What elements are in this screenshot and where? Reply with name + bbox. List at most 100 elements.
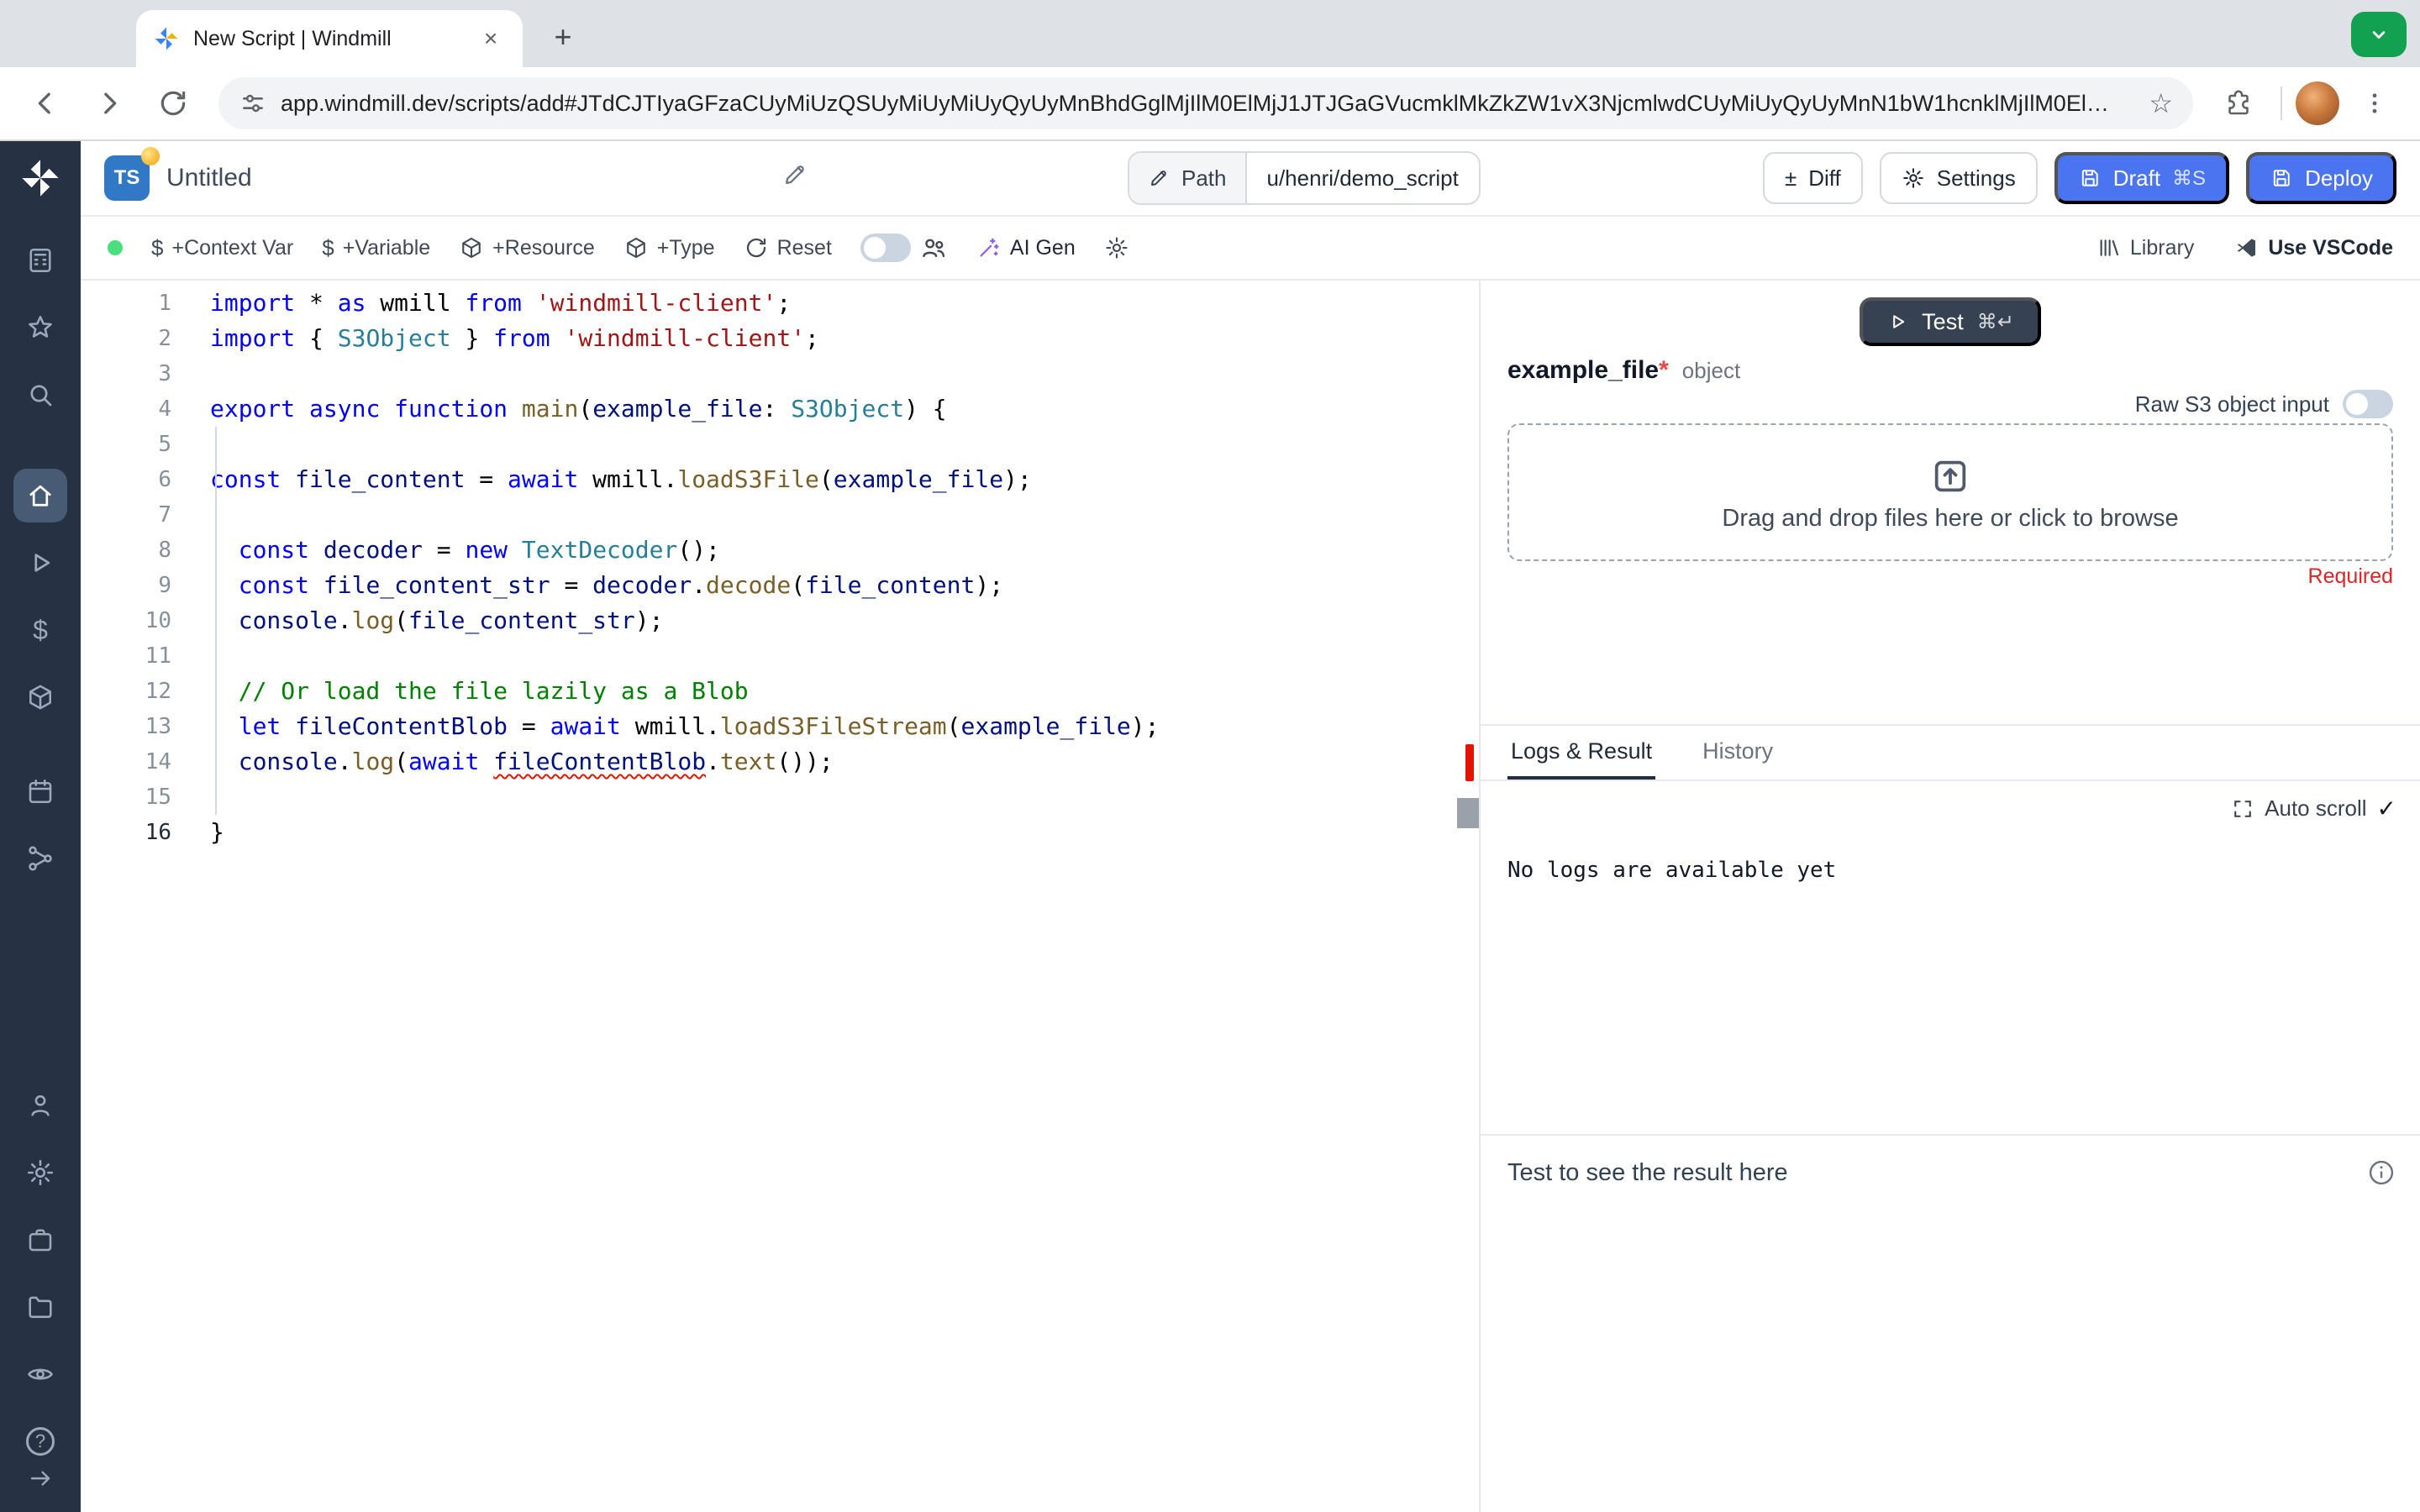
code-token: 'windmill-client' [535, 289, 777, 317]
deploy-button[interactable]: Deploy [2246, 152, 2396, 204]
code-token: file_content [295, 465, 466, 493]
sidebar-item-favorites[interactable] [13, 301, 67, 354]
sidebar-collapse-button[interactable] [13, 1462, 67, 1495]
code-line[interactable]: 12 // Or load the file lazily as a Blob [81, 674, 1479, 709]
draft-button[interactable]: Draft ⌘S [2054, 152, 2230, 204]
sidebar-item-workers[interactable] [13, 1213, 67, 1267]
forward-icon [104, 92, 117, 114]
browser-tab[interactable]: New Script | Windmill × [136, 10, 523, 67]
browser-menu-button[interactable] [2346, 75, 2403, 132]
sidebar-item-help[interactable]: ? [13, 1425, 67, 1458]
code-line[interactable]: 14 console.log(await fileContentBlob.tex… [81, 744, 1479, 780]
code-line[interactable]: 6 const file_content = await wmill.loadS3… [81, 462, 1479, 497]
sidebar-item-search[interactable] [13, 368, 67, 422]
line-number: 5 [158, 432, 171, 457]
tab-logs-result[interactable]: Logs & Result [1507, 726, 1656, 780]
code-editor[interactable]: 1 import * as wmill from 'windmill-client… [81, 281, 1481, 1512]
calendar-icon [29, 779, 52, 804]
file-dropzone[interactable]: Drag and drop files here or click to bro… [1507, 423, 2393, 561]
code-line-text: const decoder = new TextDecoder(); [210, 533, 720, 568]
code-token: example_file [592, 395, 763, 423]
code-line[interactable]: 4 export async function main(example_file… [81, 391, 1479, 427]
code-line[interactable]: 15 [81, 780, 1479, 815]
code-token: fileContentBlob [493, 748, 707, 775]
sidebar-item-schedules[interactable] [13, 764, 67, 818]
multiplayer-toggle[interactable] [860, 234, 911, 262]
info-icon[interactable] [2366, 1158, 2396, 1188]
sidebar-item-settings[interactable] [13, 1146, 67, 1200]
reset-button[interactable]: Reset [744, 235, 832, 260]
code-token: const [238, 571, 310, 599]
code-line-text: import { S3Object } from 'windmill-clien… [210, 321, 819, 356]
code-line[interactable]: 1 import * as wmill from 'windmill-client… [81, 286, 1479, 321]
ai-gen-label: AI Gen [1009, 235, 1076, 260]
back-button[interactable] [17, 75, 74, 132]
add-variable-button[interactable]: $ +Variable [322, 235, 430, 261]
code-line[interactable]: 3 [81, 356, 1479, 391]
code-line[interactable]: 7 [81, 497, 1479, 533]
editor-scrollbar[interactable] [1457, 798, 1479, 828]
code-line[interactable]: 10 console.log(file_content_str); [81, 603, 1479, 638]
sidebar-item-folders[interactable] [13, 1280, 67, 1334]
library-button[interactable]: Library [2096, 235, 2194, 260]
code-line[interactable]: 9 const file_content_str = decoder.decod… [81, 568, 1479, 603]
use-vscode-button[interactable]: Use VSCode [2234, 235, 2393, 260]
editor-settings-button[interactable] [1104, 235, 1129, 260]
path-label-segment[interactable]: Path [1129, 153, 1247, 203]
pencil-icon [1151, 171, 1166, 186]
sidebar-item-account[interactable] [13, 1079, 67, 1132]
diff-button[interactable]: ± Diff [1762, 152, 1863, 204]
raw-s3-toggle[interactable] [2343, 390, 2393, 418]
tab-history[interactable]: History [1699, 726, 1776, 780]
cube-icon [29, 685, 51, 710]
new-tab-button[interactable]: + [541, 15, 585, 59]
line-number: 3 [158, 361, 171, 386]
required-hint: Required [2307, 564, 2393, 588]
add-context-var-button[interactable]: $ +Context Var [151, 235, 293, 261]
sidebar-item-flows[interactable] [13, 832, 67, 885]
tab-close-icon[interactable]: × [476, 24, 506, 54]
bookmark-star-icon[interactable]: ☆ [2139, 87, 2183, 119]
sidebar-item-home[interactable] [13, 469, 67, 522]
extension-badge[interactable] [2351, 12, 2407, 57]
path-value[interactable]: u/henri/demo_script [1246, 165, 1479, 192]
code-line[interactable]: 13 let fileContentBlob = await wmill.loa… [81, 709, 1479, 744]
code-line[interactable]: 11 [81, 638, 1479, 674]
line-number: 8 [158, 538, 171, 563]
checkmark-icon: ✓ [2376, 795, 2396, 822]
windmill-logo-icon[interactable] [18, 156, 62, 200]
sidebar-item-apps[interactable] [13, 234, 67, 287]
code-line[interactable]: 16} [81, 815, 1479, 850]
extensions-button[interactable] [2210, 75, 2267, 132]
settings-button[interactable]: Settings [1879, 152, 2038, 204]
ai-gen-button[interactable]: AI Gen [976, 235, 1076, 260]
code-line[interactable]: 2 import { S3Object } from 'windmill-clie… [81, 321, 1479, 356]
sidebar-item-variables[interactable]: $ [13, 603, 67, 657]
code-token: example_file [833, 465, 1004, 493]
play-icon [34, 554, 50, 572]
forward-button[interactable] [81, 75, 138, 132]
code-token: ); [975, 571, 1004, 599]
sidebar-item-runs[interactable] [13, 536, 67, 590]
sidebar-item-resources[interactable] [13, 670, 67, 724]
test-button[interactable]: Test ⌘↵ [1860, 297, 2041, 346]
code-token: : [762, 395, 792, 423]
add-type-button[interactable]: +Type [623, 235, 715, 260]
user-icon [31, 1095, 50, 1116]
script-title-input[interactable]: Untitled [166, 164, 765, 192]
add-resource-button[interactable]: +Resource [459, 235, 595, 260]
dollar-icon: $ [322, 234, 334, 260]
profile-avatar[interactable] [2296, 81, 2339, 125]
edit-title-button[interactable] [781, 161, 808, 195]
auto-scroll-control[interactable]: Auto scroll ✓ [1481, 781, 2420, 822]
site-settings-icon[interactable] [239, 89, 267, 118]
code-line[interactable]: 5 [81, 427, 1479, 462]
sidebar-item-audit[interactable] [13, 1347, 67, 1401]
url-bar[interactable]: app.windmill.dev/scripts/add#JTdCJTIyaGF… [218, 77, 2193, 129]
path-editor[interactable]: Path u/henri/demo_script [1128, 151, 1481, 205]
url-text: app.windmill.dev/scripts/add#JTdCJTIyaGF… [281, 90, 2125, 116]
reload-button[interactable] [145, 75, 202, 132]
tab-strip: New Script | Windmill × + [0, 0, 2420, 67]
code-line[interactable]: 8 const decoder = new TextDecoder(); [81, 533, 1479, 568]
